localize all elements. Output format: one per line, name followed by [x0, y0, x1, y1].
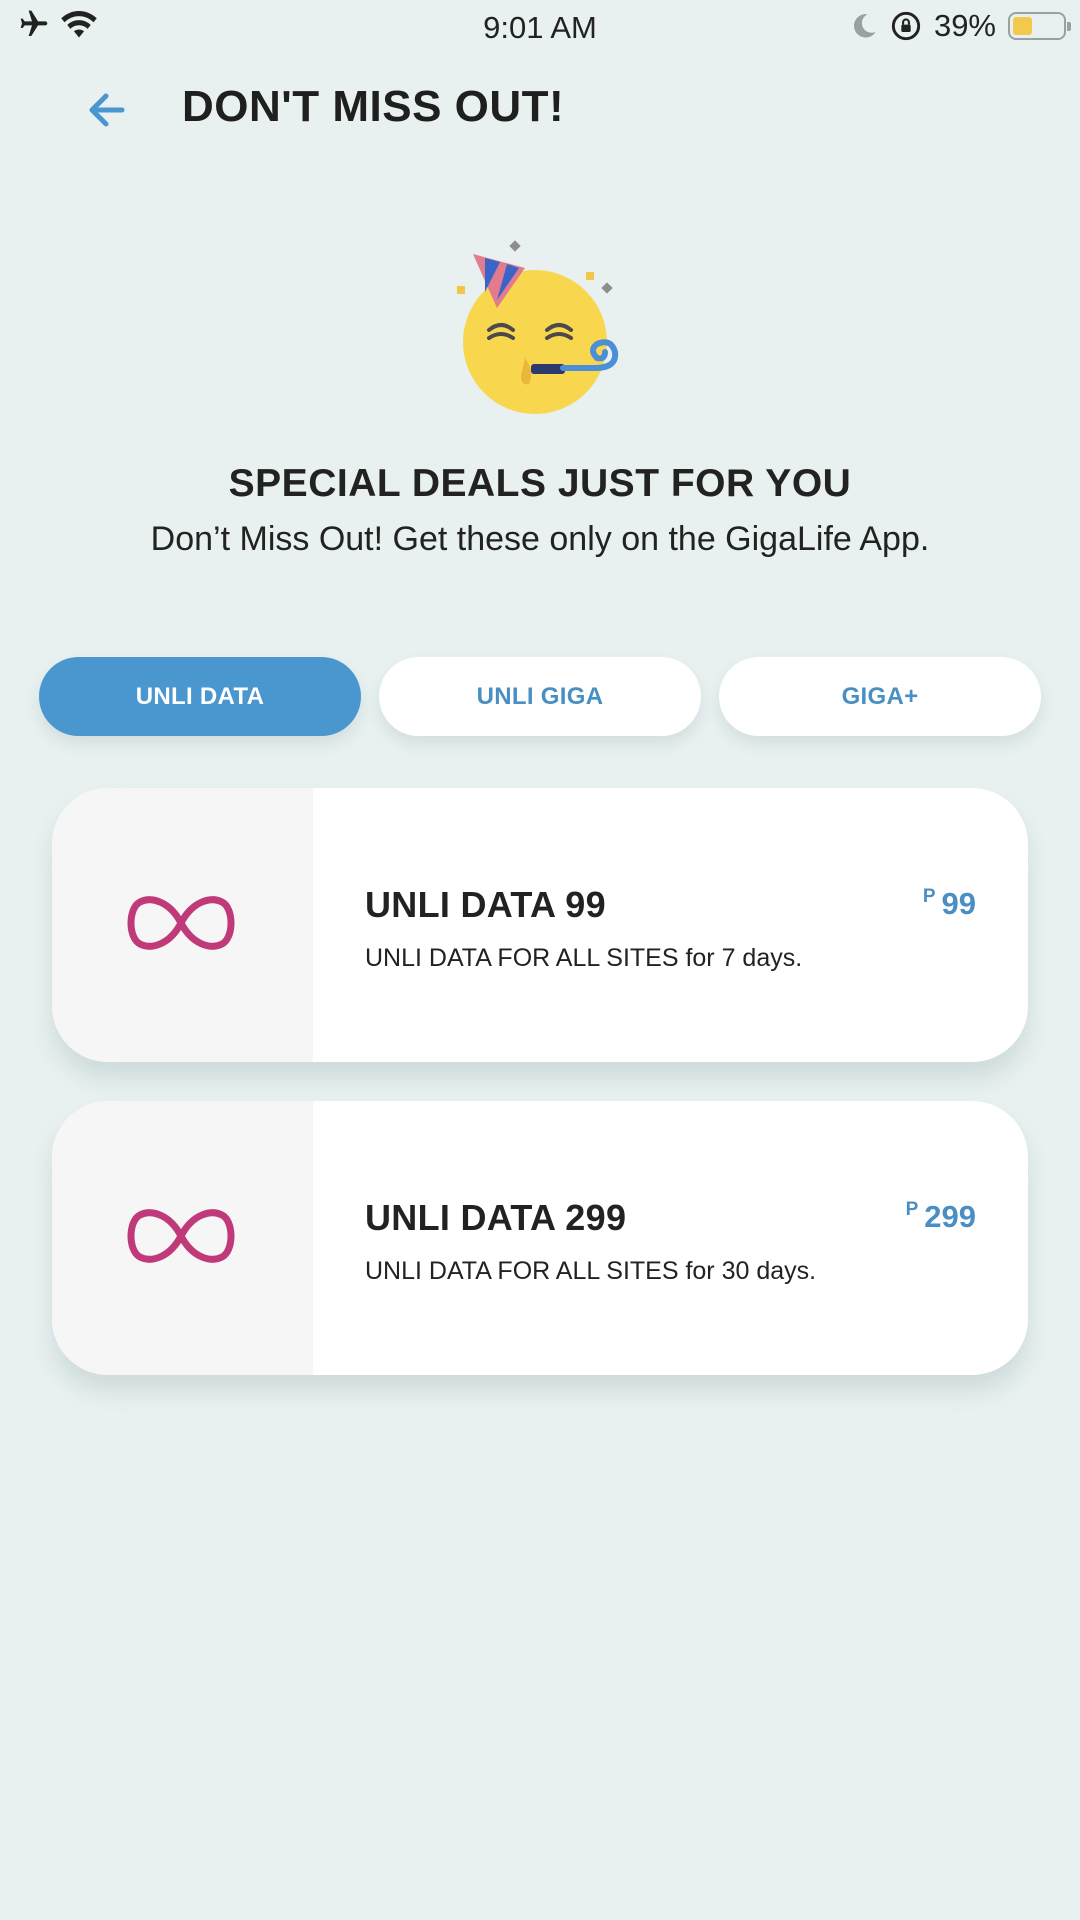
category-tabs: UNLI DATA UNLI GIGA GIGA+: [39, 657, 1041, 736]
status-right-icons: 39%: [850, 8, 1071, 44]
page-title: DON'T MISS OUT!: [182, 82, 565, 131]
price-value: 99: [941, 886, 976, 921]
tab-unli-data[interactable]: UNLI DATA: [39, 657, 361, 736]
infinity-icon: [127, 1209, 235, 1263]
offer-price: P 99: [923, 886, 976, 922]
price-currency: P: [905, 1199, 919, 1220]
tab-giga-plus[interactable]: GIGA+: [719, 657, 1041, 736]
status-bar: 9:01 AM 39%: [0, 0, 1080, 56]
header: DON'T MISS OUT!: [0, 70, 1080, 150]
offer-description: UNLI DATA FOR ALL SITES for 30 days.: [365, 1257, 817, 1285]
offer-card[interactable]: UNLI DATA 299 UNLI DATA FOR ALL SITES fo…: [52, 1101, 1028, 1375]
deals-headline: SPECIAL DEALS JUST FOR YOU: [228, 462, 852, 505]
battery-icon: [1008, 12, 1071, 40]
offer-card[interactable]: UNLI DATA 99 UNLI DATA FOR ALL SITES for…: [52, 788, 1028, 1062]
offer-icon-panel: [52, 788, 313, 1062]
moon-icon: [853, 14, 876, 38]
back-arrow-icon: [89, 93, 125, 127]
offer-price: P 299: [906, 1199, 976, 1235]
price-currency: P: [922, 886, 936, 907]
infinity-icon: [127, 896, 235, 950]
back-button[interactable]: [80, 84, 136, 136]
offer-description: UNLI DATA FOR ALL SITES for 7 days.: [365, 944, 803, 972]
offer-title: UNLI DATA 299: [365, 1197, 627, 1238]
offer-title: UNLI DATA 99: [365, 884, 606, 925]
deals-subline: Don’t Miss Out! Get these only on the Gi…: [150, 520, 930, 558]
battery-fill: [1013, 17, 1032, 35]
rotation-lock-icon: [891, 11, 921, 41]
price-value: 299: [924, 1199, 976, 1234]
party-face-emoji: [457, 240, 619, 414]
offer-icon-panel: [52, 1101, 313, 1375]
tab-unli-giga[interactable]: UNLI GIGA: [379, 657, 701, 736]
battery-percent: 39%: [933, 8, 996, 43]
